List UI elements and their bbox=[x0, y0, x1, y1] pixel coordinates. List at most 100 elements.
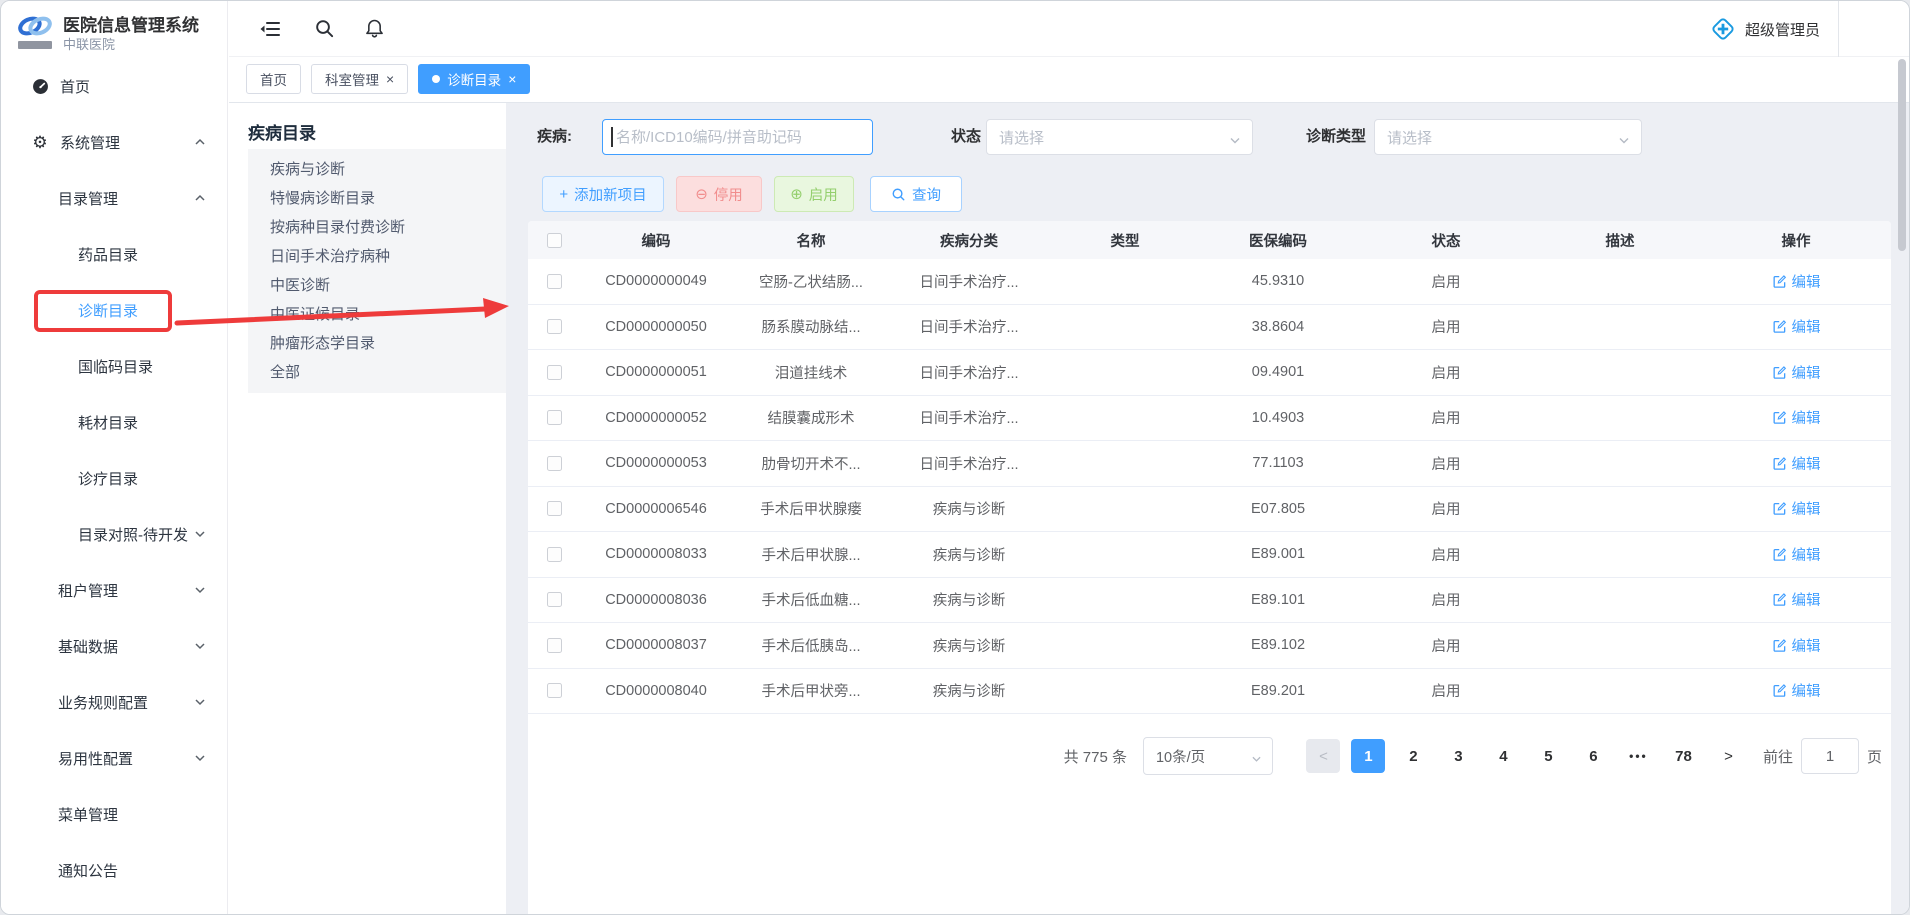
sidebar-item-system-management[interactable]: ⚙ 系统管理 bbox=[1, 114, 228, 170]
cell-status: 启用 bbox=[1353, 498, 1539, 519]
sidebar-item-drug-catalog[interactable]: 药品目录 bbox=[1, 226, 228, 282]
vertical-scrollbar[interactable] bbox=[1898, 59, 1906, 251]
sidebar-item-menu-management[interactable]: 菜单管理 bbox=[1, 786, 228, 842]
edit-icon bbox=[1772, 592, 1787, 607]
chevron-down-icon bbox=[1618, 133, 1630, 150]
sidebar-item-catalog-mapping[interactable]: 目录对照-待开发 bbox=[1, 506, 228, 562]
catalog-type-list: 疾病与诊断 特慢病诊断目录 按病种目录付费诊断 日间手术治疗病种 中医诊断 中医… bbox=[248, 149, 506, 393]
fold-menu-icon[interactable] bbox=[259, 18, 281, 40]
tab-department-management[interactable]: 科室管理 × bbox=[311, 64, 408, 94]
edit-icon bbox=[1772, 683, 1787, 698]
query-label: 查询 bbox=[912, 184, 941, 205]
brand-logo-icon bbox=[16, 10, 54, 42]
enable-button[interactable]: ⊕ 启用 bbox=[774, 176, 854, 212]
prev-page-button[interactable]: < bbox=[1306, 739, 1340, 773]
edit-label: 编辑 bbox=[1792, 589, 1821, 610]
page-button-6[interactable]: 6 bbox=[1576, 739, 1610, 773]
edit-button[interactable]: 编辑 bbox=[1772, 453, 1821, 474]
cell-category: 疾病与诊断 bbox=[891, 680, 1047, 701]
edit-button[interactable]: 编辑 bbox=[1772, 589, 1821, 610]
diagnosis-type-select[interactable]: 请选择 bbox=[1374, 119, 1642, 155]
sidebar-menu: 首页 ⚙ 系统管理 目录管理 药品目录 诊断目录 国临码目录 耗材目录 bbox=[1, 58, 228, 898]
disease-search-input[interactable] bbox=[602, 119, 873, 155]
edit-button[interactable]: 编辑 bbox=[1772, 362, 1821, 383]
row-checkbox[interactable] bbox=[547, 638, 562, 653]
page-button-5[interactable]: 5 bbox=[1531, 739, 1565, 773]
add-item-button[interactable]: + 添加新项目 bbox=[542, 176, 664, 212]
list-item[interactable]: 日间手术治疗病种 bbox=[248, 242, 506, 271]
next-page-button[interactable]: > bbox=[1711, 739, 1745, 773]
list-item[interactable]: 肿瘤形态学目录 bbox=[248, 329, 506, 358]
sidebar-item-tenant-management[interactable]: 租户管理 bbox=[1, 562, 228, 618]
tab-close-icon[interactable]: × bbox=[508, 72, 516, 86]
cell-name: 空肠-乙状结肠... bbox=[731, 271, 891, 292]
search-icon[interactable] bbox=[314, 18, 335, 39]
sidebar-item-national-clinical-code-catalog[interactable]: 国临码目录 bbox=[1, 338, 228, 394]
edit-label: 编辑 bbox=[1792, 453, 1821, 474]
brand-caption bbox=[18, 41, 52, 49]
edit-label: 编辑 bbox=[1792, 316, 1821, 337]
row-checkbox[interactable] bbox=[547, 274, 562, 289]
goto-label: 前往 bbox=[1763, 746, 1793, 767]
list-item[interactable]: 疾病与诊断 bbox=[248, 155, 506, 184]
page-button-2[interactable]: 2 bbox=[1396, 739, 1430, 773]
cell-name: 肋骨切开术不... bbox=[731, 453, 891, 474]
row-checkbox[interactable] bbox=[547, 592, 562, 607]
sidebar-item-consumables-catalog[interactable]: 耗材目录 bbox=[1, 394, 228, 450]
edit-button[interactable]: 编辑 bbox=[1772, 680, 1821, 701]
edit-button[interactable]: 编辑 bbox=[1772, 316, 1821, 337]
sidebar-item-treatment-catalog[interactable]: 诊疗目录 bbox=[1, 450, 228, 506]
sidebar-item-home[interactable]: 首页 bbox=[1, 58, 228, 114]
select-all-checkbox[interactable] bbox=[547, 233, 562, 248]
tab-home[interactable]: 首页 bbox=[246, 64, 301, 94]
list-item[interactable]: 特慢病诊断目录 bbox=[248, 184, 506, 213]
row-checkbox[interactable] bbox=[547, 365, 562, 380]
list-item[interactable]: 全部 bbox=[248, 358, 506, 387]
stop-button[interactable]: ⊖ 停用 bbox=[676, 176, 762, 212]
cell-code: CD0000000051 bbox=[581, 364, 731, 380]
tab-close-icon[interactable]: × bbox=[386, 72, 394, 86]
sidebar-item-business-rules-config[interactable]: 业务规则配置 bbox=[1, 674, 228, 730]
list-item[interactable]: 中医证候目录 bbox=[248, 300, 506, 329]
table-row: CD0000008036 手术后低血糖... 疾病与诊断 E89.101 启用 … bbox=[528, 578, 1891, 624]
row-checkbox[interactable] bbox=[547, 683, 562, 698]
sidebar-item-usability-config[interactable]: 易用性配置 bbox=[1, 730, 228, 786]
more-pages-icon[interactable]: ••• bbox=[1621, 739, 1655, 773]
edit-button[interactable]: 编辑 bbox=[1772, 498, 1821, 519]
user-menu[interactable]: 超级管理员 bbox=[1710, 1, 1839, 57]
bell-icon[interactable] bbox=[364, 18, 385, 39]
status-select[interactable]: 请选择 bbox=[986, 119, 1253, 155]
table-row: CD0000006546 手术后甲状腺瘘 疾病与诊断 E07.805 启用 编辑 bbox=[528, 487, 1891, 533]
row-checkbox[interactable] bbox=[547, 319, 562, 334]
brand: 医院信息管理系统 中联医院 bbox=[1, 1, 228, 58]
cell-name: 手术后甲状腺瘘 bbox=[731, 498, 891, 519]
sidebar-item-basic-data[interactable]: 基础数据 bbox=[1, 618, 228, 674]
table-row: CD0000000051 泪道挂线术 日间手术治疗... 09.4901 启用 … bbox=[528, 350, 1891, 396]
chevron-down-icon bbox=[194, 641, 206, 651]
edit-button[interactable]: 编辑 bbox=[1772, 407, 1821, 428]
row-checkbox[interactable] bbox=[547, 501, 562, 516]
tab-label: 科室管理 bbox=[325, 69, 379, 89]
row-checkbox[interactable] bbox=[547, 410, 562, 425]
query-button[interactable]: 查询 bbox=[870, 176, 962, 212]
edit-button[interactable]: 编辑 bbox=[1772, 544, 1821, 565]
chevron-down-icon bbox=[194, 753, 206, 763]
list-item[interactable]: 按病种目录付费诊断 bbox=[248, 213, 506, 242]
page-size-select[interactable]: 10条/页 bbox=[1143, 737, 1273, 775]
goto-page-input[interactable] bbox=[1801, 738, 1859, 774]
row-checkbox[interactable] bbox=[547, 456, 562, 471]
row-checkbox[interactable] bbox=[547, 547, 562, 562]
list-item[interactable]: 中医诊断 bbox=[248, 271, 506, 300]
page-button-4[interactable]: 4 bbox=[1486, 739, 1520, 773]
page-button-78[interactable]: 78 bbox=[1666, 739, 1700, 773]
edit-button[interactable]: 编辑 bbox=[1772, 271, 1821, 292]
page-button-1[interactable]: 1 bbox=[1351, 739, 1385, 773]
disease-filter-label: 疾病: bbox=[537, 119, 572, 155]
cell-status: 启用 bbox=[1353, 544, 1539, 565]
sidebar-item-label: 国临码目录 bbox=[78, 356, 153, 377]
sidebar-item-notice[interactable]: 通知公告 bbox=[1, 842, 228, 898]
page-button-3[interactable]: 3 bbox=[1441, 739, 1475, 773]
edit-button[interactable]: 编辑 bbox=[1772, 635, 1821, 656]
tab-diagnosis-catalog[interactable]: 诊断目录 × bbox=[418, 64, 530, 94]
sidebar-item-catalog-management[interactable]: 目录管理 bbox=[1, 170, 228, 226]
